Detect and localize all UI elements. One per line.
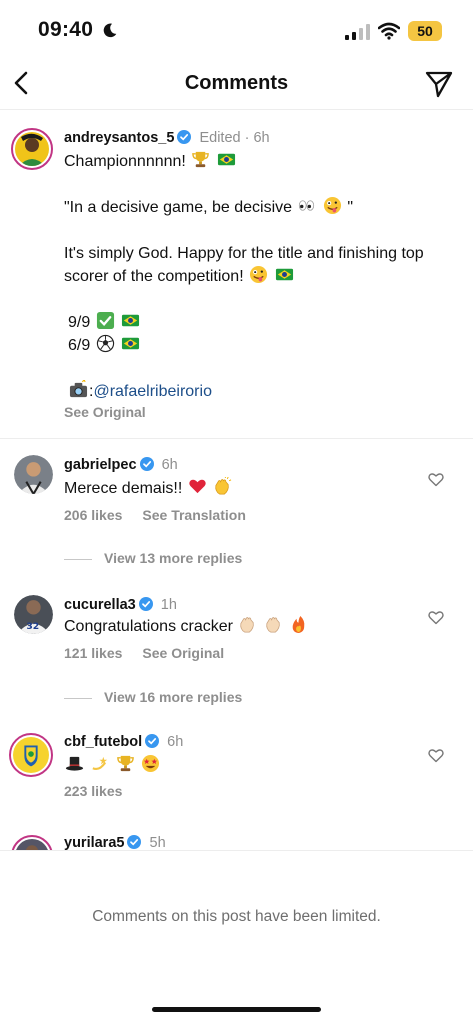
- comment-cbf-futebol: cbf_futebol 6h 223 likes: [0, 719, 473, 829]
- username[interactable]: cucurella3: [64, 597, 136, 613]
- comments-limited-notice: Comments on this post have been limited.: [92, 908, 381, 925]
- check-mark-emoji-icon: [96, 311, 114, 330]
- verified-badge-icon: [138, 597, 153, 611]
- username[interactable]: cbf_futebol: [64, 734, 142, 750]
- comment-meta: 6h: [167, 734, 184, 750]
- svg-text:32: 32: [26, 621, 39, 632]
- dizzy-emoji-icon: [92, 756, 108, 771]
- comment-text: Congratulations cracker: [64, 615, 454, 638]
- brazil-flag-icon: [217, 153, 235, 166]
- comment-actions: 121 likes See Original: [64, 645, 244, 661]
- comment-line-6: 6/9: [68, 337, 91, 354]
- home-indicator[interactable]: [152, 1007, 321, 1012]
- comment-body: Congratulations cracker: [64, 618, 233, 635]
- comment-cucurella: 32 cucurella3 1h Congratulations cracker…: [0, 579, 473, 719]
- battery-indicator: 50: [408, 21, 442, 41]
- comments-limited-footer: Comments on this post have been limited.: [0, 850, 473, 1024]
- trophy-emoji-icon: [117, 755, 134, 772]
- verified-badge-icon: [177, 130, 192, 144]
- view-replies-label: View 16 more replies: [104, 689, 243, 705]
- avatar[interactable]: [9, 733, 53, 777]
- clapping-hands-emoji-icon: [240, 617, 255, 633]
- comment-line-4: It's simply God. Happy for the title and…: [64, 245, 424, 285]
- comment-meta: 1h: [160, 597, 177, 613]
- username-row: cucurella3 1h: [64, 597, 177, 613]
- status-bar: 09:40 50: [0, 0, 473, 58]
- red-heart-emoji-icon: [189, 479, 206, 494]
- verified-badge-icon: [127, 835, 142, 849]
- clapping-hands-emoji-icon: [266, 617, 280, 633]
- like-heart-icon[interactable]: [428, 748, 444, 763]
- comment-andreysantos: andreysantos_5 Edited · 6h Championnnnnn…: [0, 110, 473, 438]
- eyes-emoji-icon: [299, 200, 315, 211]
- avatar[interactable]: 32: [14, 595, 53, 634]
- zany-face-emoji-icon: [323, 196, 341, 215]
- verified-badge-icon: [139, 457, 154, 471]
- wifi-icon: [378, 22, 400, 40]
- header: Comments: [0, 58, 473, 110]
- username-row: andreysantos_5 Edited · 6h: [64, 130, 270, 146]
- send-icon[interactable]: [424, 70, 454, 98]
- top-hat-emoji-icon: [65, 756, 84, 771]
- see-translation-button[interactable]: See Translation: [142, 507, 245, 523]
- like-heart-icon[interactable]: [428, 472, 444, 487]
- star-struck-emoji-icon: [142, 754, 160, 773]
- comment-gabrielpec: gabrielpec 6h Merece demais!! 206 likes S…: [0, 439, 473, 579]
- avatar[interactable]: [11, 835, 53, 850]
- comment-line-3: ": [347, 199, 354, 216]
- comment-actions: 206 likes See Translation: [64, 507, 266, 523]
- username-row: cbf_futebol 6h: [64, 734, 183, 750]
- see-original-button[interactable]: See Original: [64, 404, 146, 420]
- username[interactable]: gabrielpec: [64, 457, 137, 473]
- brazil-flag-icon: [275, 268, 293, 281]
- page-title: Comments: [184, 72, 289, 94]
- mention-link[interactable]: @rafaelribeirorio: [93, 383, 212, 400]
- view-replies-button[interactable]: View 16 more replies: [64, 689, 242, 705]
- clapping-hands-emoji-icon: [215, 477, 232, 495]
- brazil-flag-icon: [122, 337, 140, 350]
- like-heart-icon[interactable]: [428, 610, 444, 625]
- comment-line-2: "In a decisive game, be decisive: [64, 199, 293, 216]
- view-replies-label: View 13 more replies: [104, 550, 243, 566]
- likes-count[interactable]: 206 likes: [64, 507, 122, 523]
- comment-text: Championnnnnn! "In a decisive game, be d…: [64, 150, 454, 403]
- status-time: 09:40: [38, 18, 94, 41]
- trophy-emoji-icon: [192, 151, 210, 168]
- zany-face-emoji-icon: [250, 265, 268, 284]
- comment-line-5: 9/9: [68, 314, 91, 331]
- username-row: gabrielpec 6h: [64, 457, 178, 473]
- comment-body: Merece demais!!: [64, 480, 183, 497]
- avatar[interactable]: [14, 455, 53, 494]
- username-row: yurilara5 5h: [64, 835, 166, 850]
- comment-actions: See Original: [64, 404, 166, 420]
- moon-icon: [103, 23, 117, 38]
- comment-meta: 6h: [161, 457, 178, 473]
- likes-count[interactable]: 223 likes: [64, 783, 122, 799]
- comment-text: [64, 754, 454, 777]
- avatar[interactable]: [11, 128, 53, 170]
- soccer-ball-emoji-icon: [96, 334, 114, 353]
- comment-text: Merece demais!!: [64, 477, 454, 500]
- view-replies-button[interactable]: View 13 more replies: [64, 550, 242, 566]
- username[interactable]: yurilara5: [64, 835, 124, 850]
- comment-yurilara: yurilara5 5h: [0, 829, 473, 850]
- see-original-button[interactable]: See Original: [142, 645, 224, 661]
- comment-meta: Edited · 6h: [199, 130, 270, 146]
- username[interactable]: andreysantos_5: [64, 130, 174, 146]
- likes-count[interactable]: 121 likes: [64, 645, 122, 661]
- camera-emoji-icon: [69, 380, 88, 398]
- comment-line-1: Championnnnnn!: [64, 153, 186, 170]
- fire-emoji-icon: [293, 615, 305, 634]
- replies-divider-line: [64, 558, 92, 560]
- cellular-signal-icon: [345, 24, 370, 40]
- brazil-flag-icon: [122, 314, 140, 327]
- verified-badge-icon: [145, 734, 160, 748]
- comment-actions: 223 likes: [64, 783, 142, 799]
- replies-divider-line: [64, 697, 92, 699]
- comment-meta: 5h: [149, 835, 166, 850]
